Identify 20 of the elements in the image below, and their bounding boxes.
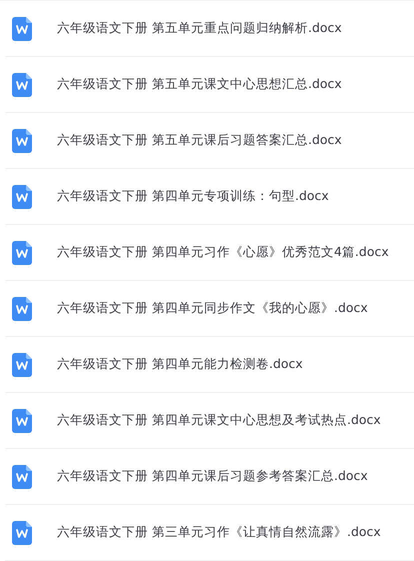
document-icon [12,240,32,264]
document-icon [12,464,32,488]
document-icon [12,408,32,432]
file-name[interactable]: 六年级语文下册 第五单元重点问题归纳解析.docx [57,20,342,37]
document-icon [12,520,32,544]
file-name[interactable]: 六年级语文下册 第四单元习作《心愿》优秀范文4篇.docx [57,244,389,261]
file-name[interactable]: 六年级语文下册 第四单元课文中心思想及考试热点.docx [57,412,381,429]
document-icon [12,352,32,376]
document-icon [12,296,32,320]
document-icon [12,184,32,208]
file-name[interactable]: 六年级语文下册 第四单元同步作文《我的心愿》.docx [57,300,368,317]
file-name[interactable]: 六年级语文下册 第四单元能力检测卷.docx [57,356,303,373]
file-name[interactable]: 六年级语文下册 第四单元专项训练：句型.docx [57,188,329,205]
file-name[interactable]: 六年级语文下册 第五单元课后习题答案汇总.docx [57,132,342,149]
document-icon [12,16,32,40]
file-name[interactable]: 六年级语文下册 第四单元课后习题参考答案汇总.docx [57,468,368,485]
document-icon [12,128,32,152]
file-name[interactable]: 六年级语文下册 第五单元课文中心思想汇总.docx [57,76,342,93]
file-name[interactable]: 六年级语文下册 第三单元习作《让真情自然流露》.docx [57,524,381,541]
document-icon [12,72,32,96]
